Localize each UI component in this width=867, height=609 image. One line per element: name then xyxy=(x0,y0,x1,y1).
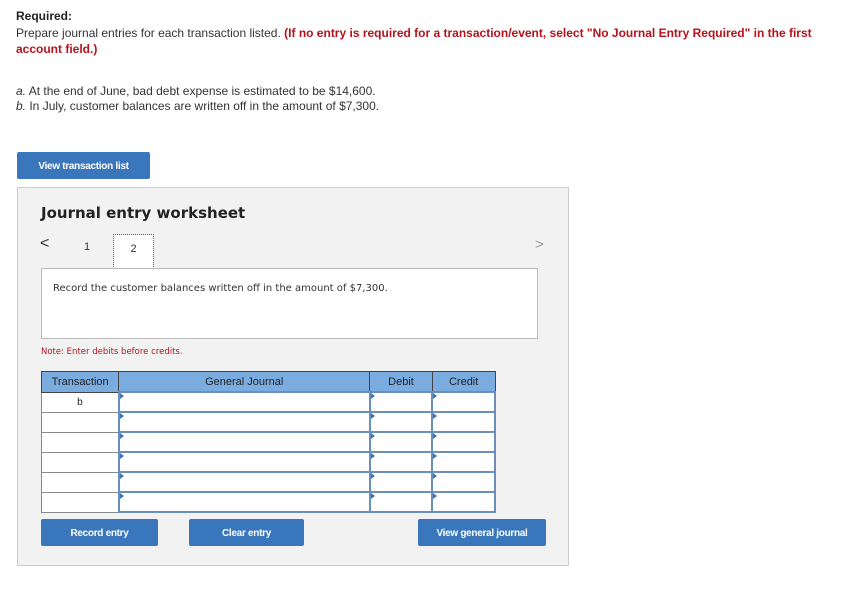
dropdown-indicator-icon xyxy=(119,413,124,419)
chevron-left-icon[interactable]: < xyxy=(40,235,49,253)
journal-entry-worksheet: Journal entry worksheet < 1 2 > Record t… xyxy=(17,187,569,566)
account-input[interactable] xyxy=(117,391,371,413)
credit-input[interactable] xyxy=(431,471,496,493)
dropdown-indicator-icon xyxy=(119,493,124,499)
transaction-cell xyxy=(40,451,120,473)
credit-input[interactable] xyxy=(431,431,496,453)
view-general-journal-button[interactable]: View general journal xyxy=(418,519,546,546)
table-row xyxy=(40,431,496,453)
required-heading: Required: xyxy=(16,9,73,23)
credit-input[interactable] xyxy=(431,451,496,473)
dropdown-indicator-icon xyxy=(119,393,124,399)
chevron-right-icon[interactable]: > xyxy=(535,236,544,253)
dropdown-indicator-icon xyxy=(370,413,375,419)
dropdown-indicator-icon xyxy=(433,453,438,459)
debit-input[interactable] xyxy=(368,451,434,473)
debit-input[interactable] xyxy=(368,431,434,453)
dropdown-indicator-icon xyxy=(433,473,438,479)
table-row xyxy=(40,451,496,473)
transaction-description: Record the customer balances written off… xyxy=(41,268,538,339)
account-input[interactable] xyxy=(117,491,371,513)
transaction-cell xyxy=(40,471,120,493)
problem-item-b: b. In July, customer balances are writte… xyxy=(16,99,380,113)
column-header-general-journal: General Journal xyxy=(118,371,371,393)
account-input[interactable] xyxy=(117,411,371,433)
dropdown-indicator-icon xyxy=(433,433,438,439)
page-tab-1[interactable]: 1 xyxy=(84,241,90,253)
transaction-cell xyxy=(40,491,120,513)
view-transaction-list-button[interactable]: View transaction list xyxy=(17,152,150,179)
dropdown-indicator-icon xyxy=(433,413,438,419)
journal-table: Transaction General Journal Debit Credit… xyxy=(40,371,496,513)
dropdown-indicator-icon xyxy=(119,433,124,439)
dropdown-indicator-icon xyxy=(370,393,375,399)
transaction-cell xyxy=(40,431,120,453)
table-row xyxy=(40,411,496,433)
instructions-text: Prepare journal entries for each transac… xyxy=(16,26,285,40)
dropdown-indicator-icon xyxy=(370,493,375,499)
debit-input[interactable] xyxy=(368,471,434,493)
table-row: b xyxy=(40,391,496,413)
credit-input[interactable] xyxy=(431,391,496,413)
debit-input[interactable] xyxy=(368,411,434,433)
column-header-credit: Credit xyxy=(431,371,496,393)
dropdown-indicator-icon xyxy=(370,473,375,479)
worksheet-title: Journal entry worksheet xyxy=(41,204,246,222)
column-header-debit: Debit xyxy=(369,371,433,393)
table-row xyxy=(40,491,496,513)
transaction-cell xyxy=(40,411,120,433)
debit-input[interactable] xyxy=(368,491,434,513)
dropdown-indicator-icon xyxy=(119,453,124,459)
debit-input[interactable] xyxy=(368,391,434,413)
account-input[interactable] xyxy=(117,471,371,493)
record-entry-button[interactable]: Record entry xyxy=(41,519,158,546)
credit-input[interactable] xyxy=(431,491,496,513)
dropdown-indicator-icon xyxy=(119,473,124,479)
problem-list: a. At the end of June, bad debt expense … xyxy=(16,84,379,114)
account-input[interactable] xyxy=(117,431,371,453)
problem-item-a: a. At the end of June, bad debt expense … xyxy=(16,84,376,98)
credit-input[interactable] xyxy=(431,411,496,433)
column-header-transaction: Transaction xyxy=(40,371,120,393)
account-input[interactable] xyxy=(117,451,371,473)
transaction-cell: b xyxy=(40,391,120,413)
page-tab-2[interactable]: 2 xyxy=(113,234,154,269)
table-row xyxy=(40,471,496,493)
dropdown-indicator-icon xyxy=(370,433,375,439)
debit-credit-note: Note: Enter debits before credits. xyxy=(41,347,183,357)
dropdown-indicator-icon xyxy=(433,393,438,399)
dropdown-indicator-icon xyxy=(433,493,438,499)
instructions: Prepare journal entries for each transac… xyxy=(16,25,846,57)
dropdown-indicator-icon xyxy=(370,453,375,459)
clear-entry-button[interactable]: Clear entry xyxy=(189,519,304,546)
